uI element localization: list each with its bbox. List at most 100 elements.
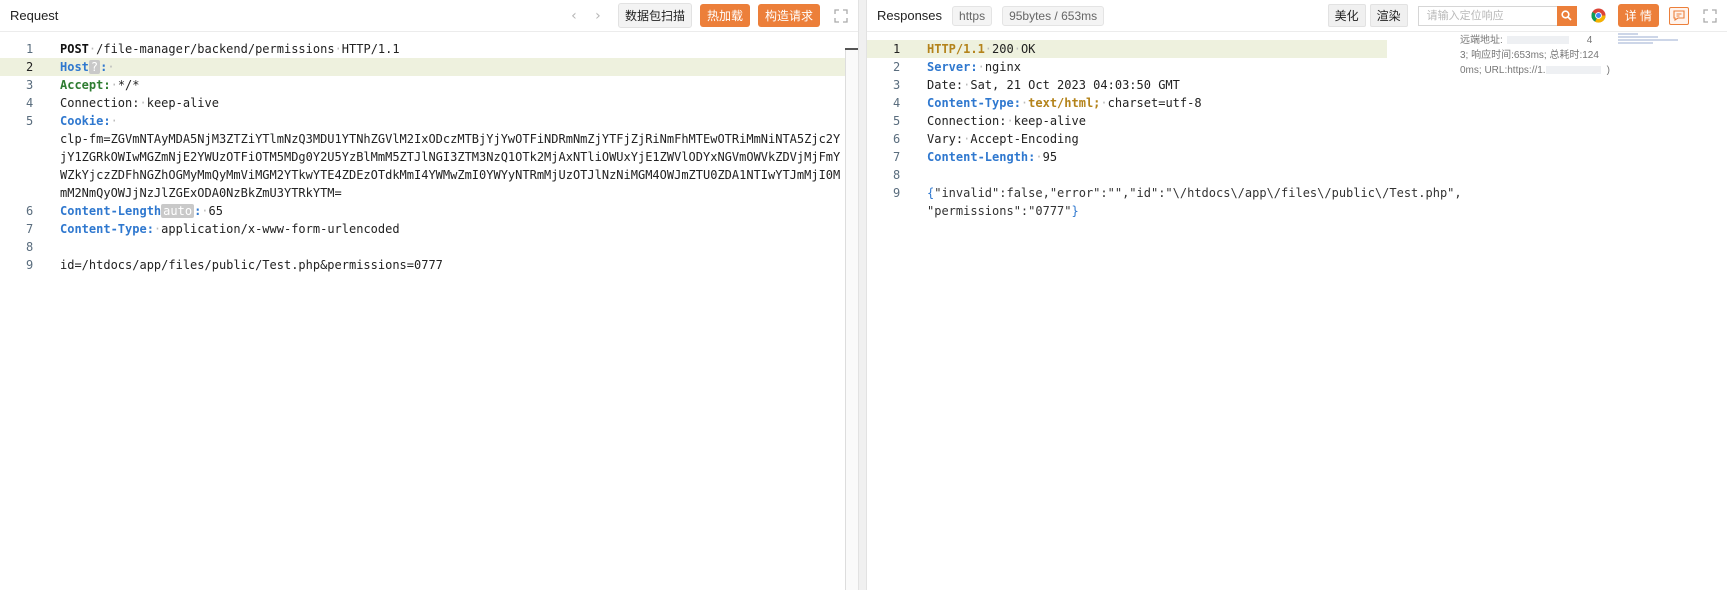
line-number: 8: [893, 168, 901, 182]
header-value: keep-alive: [1013, 114, 1086, 128]
header-key: Connection:: [60, 96, 140, 110]
search-input[interactable]: [1417, 5, 1557, 26]
request-line: 7 Content-Type:·application/x-www-form-u…: [0, 220, 858, 238]
header-key: Connection:: [927, 114, 1007, 128]
header-key: Host: [60, 60, 89, 74]
line-number: 9: [893, 186, 901, 200]
header-value: application/x-www-form-urlencoded: [161, 222, 400, 236]
packet-scan-button[interactable]: 数据包扫描: [617, 3, 692, 28]
request-line: 5 Cookie:·: [0, 112, 858, 130]
header-value: 95: [1042, 150, 1058, 164]
hot-load-button[interactable]: 热加载: [699, 4, 750, 27]
info-line: 远端地址:: [1460, 35, 1503, 46]
line-number: 3: [893, 78, 901, 92]
auto-badge[interactable]: auto: [161, 204, 195, 218]
line-number: 6: [26, 204, 34, 218]
header-key: Content-Type:: [60, 222, 154, 236]
request-pane: Request ‹ › 数据包扫描 热加载 构造请求 1 POST·/file-…: [0, 0, 858, 590]
header-key: Content-Type:: [927, 96, 1021, 110]
request-editor[interactable]: 1 POST·/file-manager/backend/permissions…: [0, 32, 858, 274]
response-line: 7 Content-Length:·95: [867, 148, 1727, 166]
line-number: 1: [26, 42, 34, 56]
cookie-value: clp-fm=ZGVmNTAyMDA5NjM3ZTZiYTlmNzQ3MDU1Y…: [60, 132, 841, 200]
request-line: 4 Connection:·keep-alive: [0, 94, 858, 112]
info-digit: 4: [1586, 35, 1593, 46]
cookie-value-line: clp-fm=ZGVmNTAyMDA5NjM3ZTZiYTlmNzQ3MDU1Y…: [0, 130, 858, 202]
header-key: Content-Length: [60, 204, 162, 218]
status-code: 200: [992, 42, 1014, 56]
info-line: 3; 响应时间:653ms; 总耗时:124: [1460, 50, 1599, 61]
line-number: 6: [893, 132, 901, 146]
chrome-icon[interactable]: [1591, 8, 1606, 23]
beautify-button[interactable]: 美化: [1327, 4, 1366, 27]
line-number: 7: [893, 150, 901, 164]
line-number: 2: [26, 60, 34, 74]
line-number: 4: [893, 96, 901, 110]
search-icon[interactable]: [1556, 5, 1577, 26]
header-value: */*: [117, 78, 140, 92]
response-body-json-cont: "permissions":"0777": [927, 204, 1072, 218]
response-protocol: HTTP/1.1: [927, 42, 985, 56]
fullscreen-icon[interactable]: [834, 8, 848, 23]
comment-icon[interactable]: [1669, 6, 1689, 25]
pane-splitter[interactable]: [858, 0, 867, 590]
response-body-json: "invalid":false,"error":"","id":"\/htdoc…: [934, 186, 1462, 200]
line-number: 4: [26, 96, 34, 110]
json-close-brace: }: [1071, 204, 1079, 218]
line-number: 3: [26, 78, 34, 92]
scheme-tag: https: [952, 5, 993, 26]
response-line: 5 Connection:·keep-alive: [867, 112, 1727, 130]
render-button[interactable]: 渲染: [1369, 4, 1408, 27]
request-method: POST: [60, 42, 89, 56]
info-line: 0ms; URL:https://1.: [1460, 65, 1546, 76]
request-body: id=/htdocs/app/files/public/Test.php&per…: [60, 258, 443, 272]
detail-button[interactable]: 详 情: [1617, 4, 1659, 27]
chevron-left-icon[interactable]: ‹: [562, 8, 586, 24]
line-number: 2: [893, 60, 901, 74]
size-time-tag: 95bytes / 653ms: [1002, 5, 1105, 26]
header-value: nginx: [984, 60, 1021, 74]
header-value: keep-alive: [146, 96, 219, 110]
header-key: Server:: [927, 60, 978, 74]
response-line: 4 Content-Type:·text/html;·charset=utf-8: [867, 94, 1727, 112]
header-value: Sat, 21 Oct 2023 04:03:50 GMT: [970, 78, 1180, 92]
request-protocol: HTTP/1.1: [341, 42, 400, 56]
request-line: 1 POST·/file-manager/backend/permissions…: [0, 40, 858, 58]
line-number: 7: [26, 222, 34, 236]
header-key: Content-Length:: [927, 150, 1036, 164]
build-request-button[interactable]: 构造请求: [757, 4, 820, 27]
response-line: 6 Vary:·Accept-Encoding: [867, 130, 1727, 148]
request-toolbar: Request ‹ › 数据包扫描 热加载 构造请求: [0, 0, 858, 32]
line-number: 5: [893, 114, 901, 128]
header-value: 65: [208, 204, 223, 218]
host-badge[interactable]: ?: [88, 60, 101, 74]
line-number: 1: [893, 42, 901, 56]
scrollbar-thumb[interactable]: [845, 48, 858, 50]
status-text: OK: [1020, 42, 1036, 56]
header-key: Vary:: [927, 132, 964, 146]
response-toolbar: Responses https 95bytes / 653ms 美化 渲染 详 …: [867, 0, 1727, 32]
line-number: 8: [26, 240, 34, 254]
header-key: Accept:: [60, 78, 111, 92]
response-title: Responses: [877, 8, 943, 23]
request-line: 6 Content-Length auto:·65: [0, 202, 858, 220]
response-line: 1 HTTP/1.1·200·OK: [867, 40, 1387, 58]
response-info-overlay: 远端地址: 4 3; 响应时间:653ms; 总耗时:124 0ms; URL:h…: [1460, 33, 1610, 78]
response-line: 3 Date:·Sat, 21 Oct 2023 04:03:50 GMT: [867, 76, 1727, 94]
request-line: 2 Host?:·: [0, 58, 858, 76]
response-line: 9 {"invalid":false,"error":"","id":"\/ht…: [867, 184, 1727, 202]
header-key: Cookie:: [60, 114, 111, 128]
request-path: /file-manager/backend/permissions: [96, 42, 335, 56]
response-pane: Responses https 95bytes / 653ms 美化 渲染 详 …: [867, 0, 1727, 590]
chevron-right-icon[interactable]: ›: [586, 8, 610, 24]
header-value: charset=utf-8: [1107, 96, 1202, 110]
response-line-wrap: "permissions":"0777"}: [867, 202, 1727, 220]
minimap[interactable]: [1618, 32, 1693, 52]
request-title: Request: [10, 8, 59, 23]
header-value: Accept-Encoding: [970, 132, 1079, 146]
fullscreen-icon[interactable]: [1703, 8, 1717, 23]
response-search: [1417, 5, 1577, 26]
vertical-scrollbar[interactable]: [845, 49, 858, 590]
response-line: 8: [867, 166, 1727, 184]
request-line: 8: [0, 238, 858, 256]
